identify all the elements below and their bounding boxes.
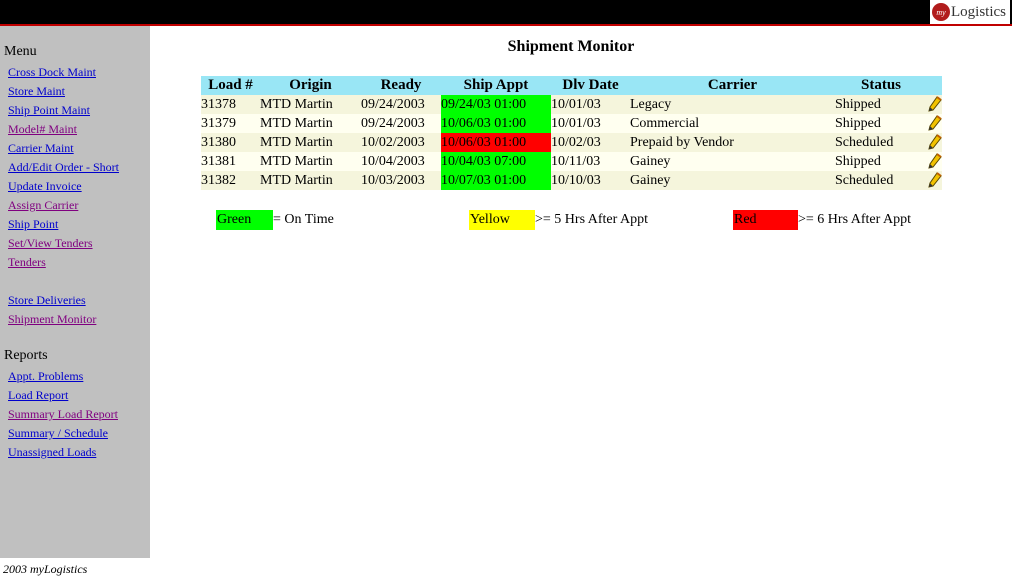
cell-status: Shipped (835, 152, 927, 171)
sidebar-link-tenders[interactable]: Tenders (8, 255, 46, 270)
sidebar-link-carrier-maint[interactable]: Carrier Maint (8, 141, 74, 156)
table-header-row: Load # Origin Ready Ship Appt Dlv Date C… (201, 76, 942, 95)
cell-ship-appt: 10/04/03 07:00 (441, 152, 551, 171)
mylogistics-logo: my Logistics (930, 0, 1010, 24)
cell-origin: MTD Martin (260, 114, 361, 133)
cell-carrier: Gainey (630, 152, 835, 171)
sidebar-link-load-report[interactable]: Load Report (8, 388, 68, 403)
cell-status: Scheduled (835, 171, 927, 190)
legend-green-swatch: Green (216, 210, 273, 230)
table-row: 31381 MTD Martin 10/04/2003 10/04/03 07:00 1… (201, 152, 942, 171)
sidebar-link-update-invoice[interactable]: Update Invoice (8, 179, 82, 194)
cell-ready-date: 09/24/2003 (361, 114, 441, 133)
table-row: 31382 MTD Martin 10/03/2003 10/07/03 01:00 1… (201, 171, 942, 190)
legend-green-text: = On Time (273, 212, 334, 227)
cell-status: Shipped (835, 114, 927, 133)
sidebar-link-store-deliveries[interactable]: Store Deliveries (8, 293, 86, 308)
menu-heading: Menu (4, 44, 37, 59)
cell-ready-date: 10/04/2003 (361, 152, 441, 171)
sidebar-link-cross-dock-maint[interactable]: Cross Dock Maint (8, 65, 96, 80)
cell-origin: MTD Martin (260, 152, 361, 171)
sidebar-link-ship-point-maint[interactable]: Ship Point Maint (8, 103, 90, 118)
legend-red-swatch: Red (733, 210, 798, 230)
cell-load-number: 31379 (201, 114, 260, 133)
edit-pencil-icon[interactable] (927, 115, 942, 132)
cell-ship-appt: 10/06/03 01:00 (441, 114, 551, 133)
edit-cell (927, 114, 942, 133)
cell-origin: MTD Martin (260, 95, 361, 114)
cell-dlv-date: 10/11/03 (551, 152, 630, 171)
sidebar-link-set-view-tenders[interactable]: Set/View Tenders (8, 236, 93, 251)
column-header-origin: Origin (260, 76, 361, 95)
table-row: 31378 MTD Martin 09/24/2003 09/24/03 01:00 1… (201, 95, 942, 114)
edit-pencil-icon[interactable] (927, 134, 942, 151)
cell-ready-date: 10/02/2003 (361, 133, 441, 152)
column-header-carrier: Carrier (630, 76, 835, 95)
cell-ship-appt: 09/24/03 01:00 (441, 95, 551, 114)
edit-cell (927, 133, 942, 152)
cell-ship-appt: 10/06/03 01:00 (441, 133, 551, 152)
cell-load-number: 31378 (201, 95, 260, 114)
sidebar-link-unassigned-loads[interactable]: Unassigned Loads (8, 445, 96, 460)
sidebar-link-add-edit-order-short[interactable]: Add/Edit Order - Short (8, 160, 119, 175)
reports-heading: Reports (4, 348, 48, 363)
sidebar-link-ship-point[interactable]: Ship Point (8, 217, 58, 232)
column-header-ship-appt: Ship Appt (441, 76, 551, 95)
logo-text: Logistics (951, 3, 1006, 20)
cell-dlv-date: 10/02/03 (551, 133, 630, 152)
sidebar-link-model-maint[interactable]: Model# Maint (8, 122, 77, 137)
shipment-table: Load # Origin Ready Ship Appt Dlv Date C… (201, 76, 942, 190)
cell-carrier: Gainey (630, 171, 835, 190)
column-header-load: Load # (201, 76, 260, 95)
legend-yellow-text: >= 5 Hrs After Appt (535, 212, 649, 227)
cell-carrier: Legacy (630, 95, 835, 114)
cell-ready-date: 10/03/2003 (361, 171, 441, 190)
edit-cell (927, 171, 942, 190)
cell-origin: MTD Martin (260, 133, 361, 152)
column-header-edit (927, 76, 942, 95)
cell-status: Scheduled (835, 133, 927, 152)
edit-cell (927, 152, 942, 171)
page-title: Shipment Monitor (507, 38, 635, 55)
legend-red-text: >= 6 Hrs After Appt (798, 212, 912, 227)
sidebar-link-summary-load-report[interactable]: Summary Load Report (8, 407, 118, 422)
sidebar-link-summary-schedule[interactable]: Summary / Schedule (8, 426, 108, 441)
edit-pencil-icon[interactable] (927, 172, 942, 189)
cell-ship-appt: 10/07/03 01:00 (441, 171, 551, 190)
sidebar-menu: Menu Cross Dock Maint Store Maint Ship Poi… (0, 26, 150, 558)
cell-dlv-date: 10/01/03 (551, 114, 630, 133)
cell-load-number: 31380 (201, 133, 260, 152)
cell-dlv-date: 10/10/03 (551, 171, 630, 190)
cell-dlv-date: 10/01/03 (551, 95, 630, 114)
table-row: 31380 MTD Martin 10/02/2003 10/06/03 01:00 1… (201, 133, 942, 152)
cell-carrier: Commercial (630, 114, 835, 133)
cell-carrier: Prepaid by Vendor (630, 133, 835, 152)
logo-badge-icon: my (932, 3, 950, 21)
sidebar-link-store-maint[interactable]: Store Maint (8, 84, 65, 99)
sidebar-link-assign-carrier[interactable]: Assign Carrier (8, 198, 78, 213)
footer-copyright: 2003 myLogistics (3, 562, 88, 576)
sidebar-link-appt-problems[interactable]: Appt. Problems (8, 369, 83, 384)
edit-pencil-icon[interactable] (927, 153, 942, 170)
legend-yellow-swatch: Yellow (469, 210, 535, 230)
edit-cell (927, 95, 942, 114)
table-row: 31379 MTD Martin 09/24/2003 10/06/03 01:00 1… (201, 114, 942, 133)
cell-load-number: 31382 (201, 171, 260, 190)
sidebar-link-shipment-monitor[interactable]: Shipment Monitor (8, 312, 96, 327)
cell-status: Shipped (835, 95, 927, 114)
cell-origin: MTD Martin (260, 171, 361, 190)
cell-ready-date: 09/24/2003 (361, 95, 441, 114)
cell-load-number: 31381 (201, 152, 260, 171)
edit-pencil-icon[interactable] (927, 96, 942, 113)
column-header-dlv-date: Dlv Date (551, 76, 630, 95)
top-banner: my Logistics (0, 0, 1012, 26)
column-header-status: Status (835, 76, 927, 95)
column-header-ready: Ready (361, 76, 441, 95)
